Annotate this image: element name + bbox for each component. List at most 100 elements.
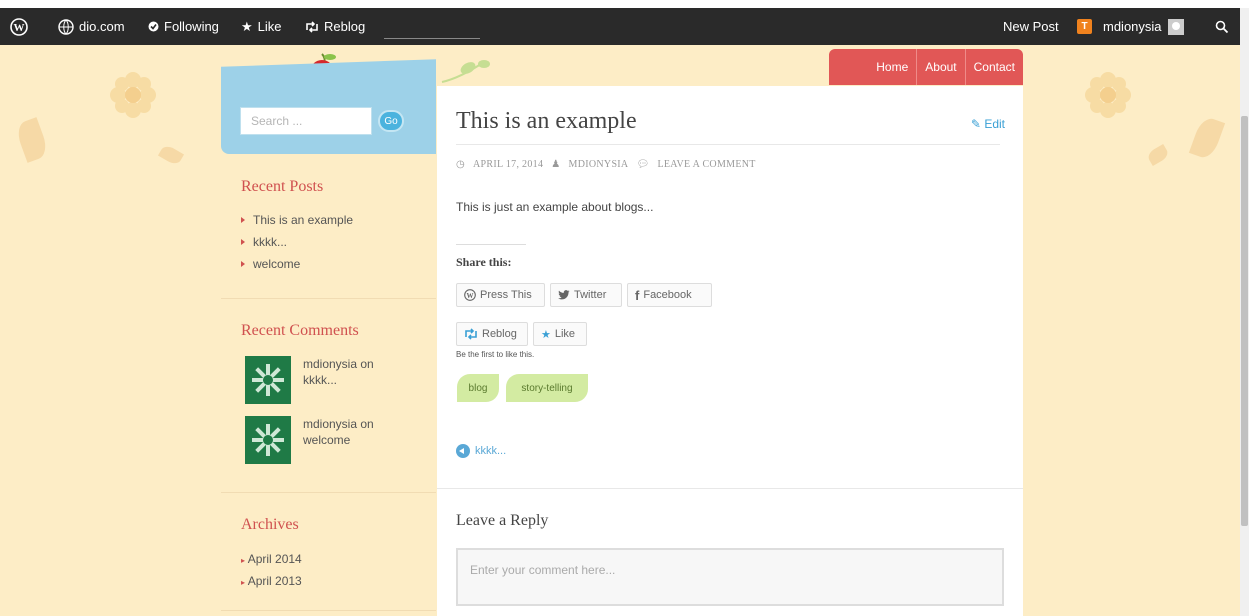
facebook-label: Facebook <box>643 289 692 301</box>
twitter-label: Twitter <box>574 289 607 301</box>
reblog-label: Reblog <box>324 19 366 34</box>
recent-post-item[interactable]: kkkk... <box>241 231 353 253</box>
leaf-decoration <box>157 143 185 167</box>
comment-item: mdionysia on kkkk... <box>245 356 374 404</box>
comment-post-link[interactable]: kkkk... <box>303 373 337 387</box>
search-go-button[interactable]: Go <box>378 110 404 132</box>
notifications-icon[interactable]: T <box>1077 8 1092 45</box>
post-meta: ◷ APRIL 17, 2014 ♟ MDIONYSIA 💬︎ LEAVE A … <box>456 159 760 170</box>
leave-comment-link[interactable]: LEAVE A COMMENT <box>657 159 755 170</box>
leaf-decoration <box>1188 115 1226 161</box>
leaf-sprig-icon <box>440 58 490 89</box>
twitter-share-button[interactable]: Twitter <box>550 283 622 307</box>
following-button[interactable]: Following <box>148 8 219 45</box>
comment-author[interactable]: mdionysia <box>303 417 357 431</box>
press-this-button[interactable]: W Press This <box>456 283 545 307</box>
author-icon: ♟ <box>551 159 561 170</box>
wordpress-icon: W <box>464 289 476 301</box>
reblog-button[interactable]: Reblog <box>305 8 365 45</box>
archive-label: April 2013 <box>247 574 302 588</box>
globe-icon <box>58 18 74 35</box>
archives-title: Archives <box>241 516 299 533</box>
comment-on: on <box>360 357 374 371</box>
user-avatar-icon <box>1167 18 1184 35</box>
checkmark-icon <box>148 21 159 32</box>
nav-contact[interactable]: Contact <box>964 49 1023 85</box>
previous-post-label: kkkk... <box>475 445 507 457</box>
caret-right-icon: ▸ <box>241 578 246 587</box>
recent-posts-title: Recent Posts <box>241 178 324 195</box>
following-label: Following <box>164 19 219 34</box>
post-body: This is just an example about blogs... <box>456 200 654 214</box>
first-like-text: Be the first to like this. <box>456 350 535 359</box>
commenter-avatar[interactable] <box>245 356 291 404</box>
reblog-post-button[interactable]: Reblog <box>456 322 528 346</box>
search-input[interactable] <box>240 107 372 135</box>
post-date[interactable]: APRIL 17, 2014 <box>473 159 543 170</box>
admin-bar: W dio.com Following ★ Like Reblog New Po… <box>0 8 1240 45</box>
post-author[interactable]: MDIONYSIA <box>569 159 629 170</box>
widget-divider <box>221 298 436 299</box>
star-icon: ★ <box>241 18 253 34</box>
window-top-strip <box>0 0 1249 8</box>
reply-divider <box>437 488 1023 489</box>
svg-text:W: W <box>14 22 25 34</box>
leave-reply-title: Leave a Reply <box>456 512 549 529</box>
scrollbar[interactable] <box>1240 8 1249 616</box>
comment-text: mdionysia on welcome <box>303 416 374 464</box>
archive-label: April 2014 <box>247 552 302 566</box>
title-divider <box>456 144 1000 145</box>
widget-divider <box>221 492 436 493</box>
recent-post-item[interactable]: welcome <box>241 253 353 275</box>
comment-post-link[interactable]: welcome <box>303 433 350 447</box>
search-icon[interactable] <box>1215 8 1229 45</box>
reblog-post-label: Reblog <box>482 328 517 340</box>
like-button[interactable]: ★ Like <box>241 8 282 45</box>
archive-item[interactable]: ▸ April 2013 <box>241 570 302 592</box>
comment-author[interactable]: mdionysia <box>303 357 357 371</box>
recent-post-item[interactable]: This is an example <box>241 209 353 231</box>
like-label: Like <box>257 19 282 34</box>
press-this-label: Press This <box>480 289 532 301</box>
new-post-label: New Post <box>1003 19 1059 34</box>
archive-item[interactable]: ▸ April 2014 <box>241 548 302 570</box>
commenter-avatar[interactable] <box>245 416 291 464</box>
recent-posts-list: This is an example kkkk... welcome <box>241 209 353 275</box>
edit-link[interactable]: ✎ Edit <box>971 117 1005 131</box>
flower-decoration-right-icon <box>1083 70 1133 125</box>
user-menu[interactable]: mdionysia <box>1103 8 1184 45</box>
facebook-icon: f <box>635 287 640 303</box>
nav-about[interactable]: About <box>916 49 964 85</box>
search-widget: Go <box>221 69 436 154</box>
nav-home[interactable]: Home <box>868 49 916 85</box>
share-divider <box>456 244 526 245</box>
pencil-icon: ✎ <box>970 117 981 131</box>
wordpress-logo-icon[interactable]: W <box>10 8 28 45</box>
facebook-share-button[interactable]: f Facebook <box>627 283 712 307</box>
scrollbar-thumb[interactable] <box>1241 116 1248 526</box>
comment-bubble-icon: 💬︎ <box>636 159 650 170</box>
reblog-icon <box>305 20 319 33</box>
reblog-arrows-icon <box>464 328 478 340</box>
main-nav: Home About Contact <box>829 49 1023 85</box>
flower-decoration-icon <box>108 70 158 125</box>
comment-textarea[interactable] <box>456 548 1004 606</box>
adminbar-divider <box>384 38 480 39</box>
star-icon: ★ <box>541 328 551 341</box>
comment-item: mdionysia on welcome <box>245 416 374 464</box>
twitter-bird-icon <box>558 290 570 300</box>
site-link[interactable]: dio.com <box>58 8 125 45</box>
like-post-label: Like <box>554 328 576 340</box>
clock-icon: ◷ <box>456 159 466 170</box>
previous-post-link[interactable]: kkkk... <box>456 444 506 458</box>
post-title[interactable]: This is an example <box>456 108 637 135</box>
caret-right-icon: ▸ <box>241 556 246 565</box>
archives-list: ▸ April 2014 ▸ April 2013 <box>241 548 302 592</box>
tag-story-telling[interactable]: story-telling <box>506 374 588 402</box>
comment-text: mdionysia on kkkk... <box>303 356 374 404</box>
tag-blog[interactable]: blog <box>457 374 499 402</box>
new-post-link[interactable]: New Post <box>1003 8 1059 45</box>
like-post-button[interactable]: ★ Like <box>533 322 587 346</box>
svg-text:W: W <box>467 292 474 300</box>
site-name: dio.com <box>79 19 125 34</box>
